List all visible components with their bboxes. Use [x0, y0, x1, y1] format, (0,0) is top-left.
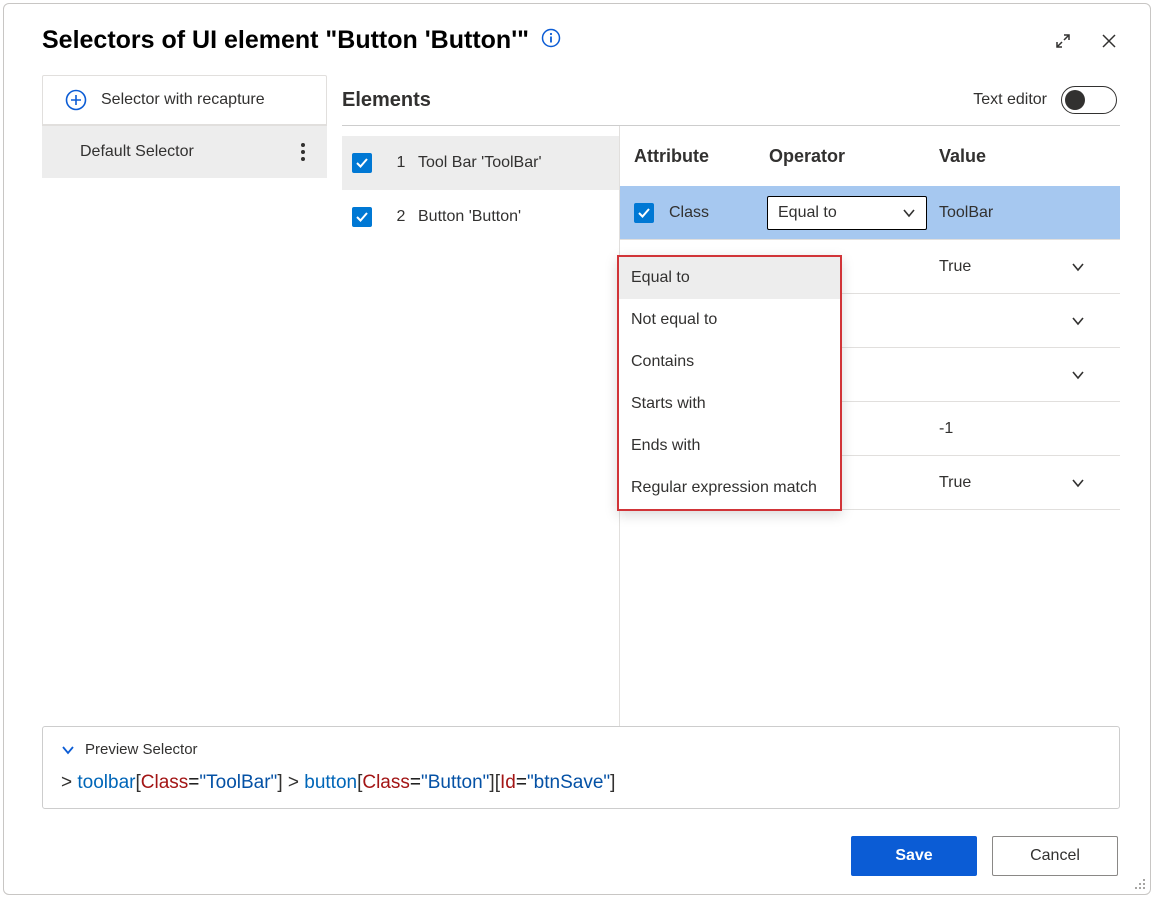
element-index: 1 [390, 154, 412, 172]
operator-option[interactable]: Starts with [619, 383, 840, 425]
text-editor-label: Text editor [973, 91, 1047, 109]
selector-list: Default Selector [42, 125, 327, 178]
value-cell[interactable] [927, 314, 1120, 328]
operator-option[interactable]: Regular expression match [619, 467, 840, 509]
element-label: Button 'Button' [418, 208, 521, 226]
text-editor-toggle[interactable] [1061, 86, 1117, 114]
selector-item-label: Default Selector [80, 143, 194, 161]
operator-select[interactable]: Equal to [767, 196, 927, 230]
element-row[interactable]: 1 Tool Bar 'ToolBar' [342, 136, 619, 190]
selector-item-default[interactable]: Default Selector [42, 126, 327, 178]
value-cell[interactable] [927, 368, 1120, 382]
value-cell[interactable]: True [927, 258, 1120, 276]
header-attribute: Attribute [634, 146, 769, 167]
titlebar: Selectors of UI element "Button 'Button'… [4, 4, 1150, 65]
preview-selector-string: > toolbar[Class="ToolBar"] > button[Clas… [61, 772, 1101, 794]
chevron-down-icon [902, 206, 916, 220]
main-toolbar: Elements Text editor [342, 75, 1120, 125]
operator-option[interactable]: Not equal to [619, 299, 840, 341]
checkbox[interactable] [634, 203, 654, 223]
selector-with-recapture-button[interactable]: Selector with recapture [42, 75, 327, 125]
attribute-row-class[interactable]: Class Equal to ToolBar [620, 186, 1120, 240]
attribute-name: Class [669, 204, 767, 222]
selector-editor-dialog: Selectors of UI element "Button 'Button'… [3, 3, 1151, 895]
content-area: Selector with recapture Default Selector… [4, 65, 1150, 726]
preview-toggle[interactable]: Preview Selector [61, 741, 1101, 758]
value-text: True [939, 474, 971, 492]
element-row[interactable]: 2 Button 'Button' [342, 190, 619, 244]
value-cell[interactable]: True [927, 474, 1120, 492]
preview-label: Preview Selector [85, 741, 198, 758]
chevron-down-icon [1071, 260, 1085, 274]
element-index: 2 [390, 208, 412, 226]
header-operator: Operator [769, 146, 939, 167]
checkbox[interactable] [352, 207, 372, 227]
operator-option[interactable]: Ends with [619, 425, 840, 467]
chevron-down-icon [1071, 368, 1085, 382]
chevron-down-icon [1071, 314, 1085, 328]
elements-column: 1 Tool Bar 'ToolBar' 2 Button 'Button' [342, 126, 619, 726]
chevron-down-icon [61, 743, 75, 757]
value-cell[interactable]: -1 [927, 420, 1120, 438]
elements-heading: Elements [342, 89, 431, 112]
value-text: -1 [939, 420, 953, 438]
value-text: True [939, 258, 971, 276]
checkbox[interactable] [352, 153, 372, 173]
save-button[interactable]: Save [851, 836, 977, 876]
more-icon[interactable] [293, 138, 313, 166]
close-button[interactable] [1098, 30, 1120, 52]
value-text: ToolBar [939, 204, 993, 222]
recapture-label: Selector with recapture [101, 91, 265, 109]
selector-sidebar: Selector with recapture Default Selector [42, 75, 327, 726]
maximize-button[interactable] [1052, 30, 1074, 52]
preview-selector-panel: Preview Selector > toolbar[Class="ToolBa… [42, 726, 1120, 809]
element-label: Tool Bar 'ToolBar' [418, 154, 542, 172]
plus-circle-icon [65, 89, 87, 111]
info-icon[interactable] [541, 28, 561, 53]
chevron-down-icon [1071, 476, 1085, 490]
attributes-header: Attribute Operator Value [620, 126, 1120, 186]
resize-grip-icon[interactable] [1133, 877, 1147, 891]
operator-dropdown: Equal to Not equal to Contains Starts wi… [617, 255, 842, 511]
cancel-button[interactable]: Cancel [992, 836, 1118, 876]
operator-value: Equal to [778, 204, 837, 222]
value-cell[interactable]: ToolBar [927, 204, 1120, 222]
header-value: Value [939, 146, 1120, 167]
dialog-title: Selectors of UI element "Button 'Button'… [42, 26, 529, 55]
operator-option[interactable]: Equal to [619, 257, 840, 299]
text-editor-toggle-group: Text editor [973, 86, 1117, 114]
dialog-footer: Save Cancel [4, 824, 1150, 894]
toggle-knob [1065, 90, 1085, 110]
operator-option[interactable]: Contains [619, 341, 840, 383]
